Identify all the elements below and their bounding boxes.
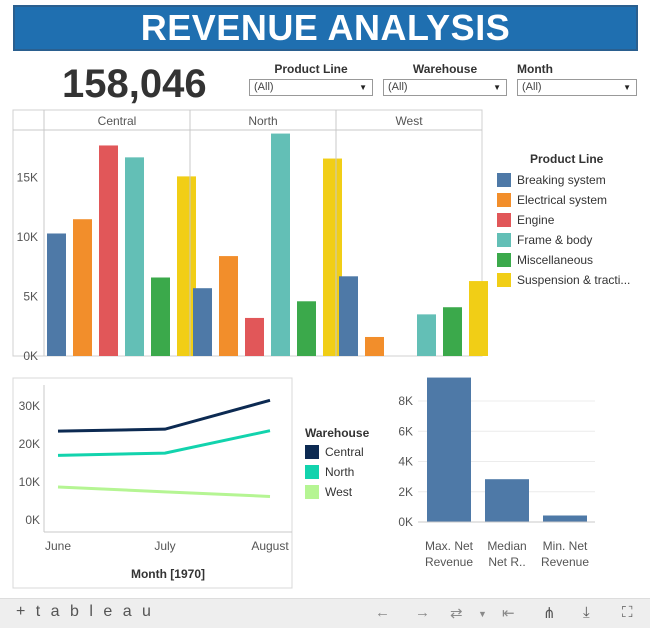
y-tick-label: 0K: [23, 349, 38, 363]
y-tick-label: 0K: [398, 515, 413, 529]
revert-icon[interactable]: ⇄: [450, 604, 463, 622]
y-tick-label: 30K: [19, 399, 40, 413]
legend-title: Warehouse: [305, 426, 370, 440]
legend-swatch: [497, 173, 511, 187]
legend-item[interactable]: Breaking system: [497, 170, 630, 190]
bar: [193, 288, 212, 356]
summary-bar: [485, 479, 529, 522]
panel-header-label: North: [248, 114, 277, 128]
x-tick-label: Revenue: [425, 555, 473, 569]
legend-label: Miscellaneous: [517, 253, 594, 267]
y-tick-label: 8K: [398, 394, 413, 408]
x-tick-label: July: [154, 539, 175, 553]
x-tick-label: Min. Net: [543, 539, 588, 553]
bar: [365, 336, 384, 356]
y-tick-label: 4K: [398, 455, 413, 469]
y-tick-label: 10K: [19, 475, 40, 489]
bar: [443, 307, 462, 356]
summary-bar: [543, 515, 587, 522]
legend-item[interactable]: Miscellaneous: [497, 250, 630, 270]
redo-icon[interactable]: →: [415, 604, 430, 621]
y-tick-label: 10K: [17, 230, 38, 244]
bar: [73, 219, 92, 356]
panel-header-label: West: [395, 114, 423, 128]
product-line-legend: Product Line Breaking system Electrical …: [497, 152, 630, 290]
legend-swatch: [497, 253, 511, 267]
y-tick-label: 2K: [398, 485, 413, 499]
bar: [297, 301, 316, 356]
legend-item[interactable]: West: [305, 482, 369, 502]
bar: [47, 233, 66, 356]
bar: [339, 276, 358, 356]
legend-swatch: [497, 273, 511, 287]
legend-label: Suspension & tracti...: [517, 273, 631, 287]
summary-bar: [427, 377, 471, 522]
y-tick-label: 5K: [23, 290, 38, 304]
x-axis-title: Month [1970]: [131, 567, 205, 581]
legend-label: West: [325, 485, 353, 499]
bar: [125, 157, 144, 356]
fullscreen-icon[interactable]: ⛶: [622, 604, 633, 621]
x-tick-label: Net R..: [488, 555, 525, 569]
legend-swatch: [497, 213, 511, 227]
y-tick-label: 15K: [17, 171, 38, 185]
y-tick-label: 6K: [398, 424, 413, 438]
undo-icon[interactable]: ←: [375, 604, 390, 621]
legend-swatch: [305, 465, 319, 479]
legend-swatch: [497, 193, 511, 207]
x-tick-label: Median: [487, 539, 526, 553]
x-tick-label: Max. Net: [425, 539, 474, 553]
y-tick-label: 20K: [19, 437, 40, 451]
download-icon[interactable]: ⤓: [583, 604, 590, 621]
warehouse-product-bar-chart: 0K 5K 10K 15K Central North West 0K 10K 20K 30K Jun…: [12, 109, 595, 589]
x-tick-label: August: [251, 539, 289, 553]
legend-label: Breaking system: [517, 173, 606, 187]
legend-label: Engine: [517, 213, 555, 227]
legend-item[interactable]: Frame & body: [497, 230, 630, 250]
revert-dropdown-icon[interactable]: ▼: [478, 609, 487, 619]
legend-item[interactable]: Electrical system: [497, 190, 630, 210]
legend-item[interactable]: Central: [305, 442, 369, 462]
legend-swatch: [497, 233, 511, 247]
legend-swatch: [305, 485, 319, 499]
legend-title: Product Line: [530, 152, 604, 166]
bar: [469, 281, 488, 356]
legend-item[interactable]: Suspension & tracti...: [497, 270, 630, 290]
x-tick-label: June: [45, 539, 71, 553]
legend-swatch: [305, 445, 319, 459]
y-tick-label: 0K: [25, 513, 40, 527]
bar: [151, 277, 170, 356]
bar: [245, 317, 264, 356]
share-icon[interactable]: ⋔: [543, 604, 556, 622]
reset-start-icon[interactable]: ⇤: [502, 604, 515, 622]
tableau-logo[interactable]: + t a b l e a u: [16, 603, 154, 621]
legend-label: Central: [325, 445, 364, 459]
bar: [417, 314, 436, 356]
legend-label: Electrical system: [517, 193, 608, 207]
bar: [219, 256, 238, 356]
panel-header-label: Central: [98, 114, 137, 128]
bar: [271, 133, 290, 356]
x-tick-label: Revenue: [541, 555, 589, 569]
legend-item[interactable]: North: [305, 462, 369, 482]
legend-label: North: [325, 465, 355, 479]
tableau-toolbar: + t a b l e a u ← → ⇄ ▼ ⇤ ⋔ ⤓ ⛶: [0, 598, 650, 628]
legend-item[interactable]: Engine: [497, 210, 630, 230]
bar: [99, 145, 118, 356]
line-chart-frame: [12, 377, 293, 589]
warehouse-legend: Warehouse Central North West: [305, 426, 369, 502]
legend-label: Frame & body: [517, 233, 593, 247]
